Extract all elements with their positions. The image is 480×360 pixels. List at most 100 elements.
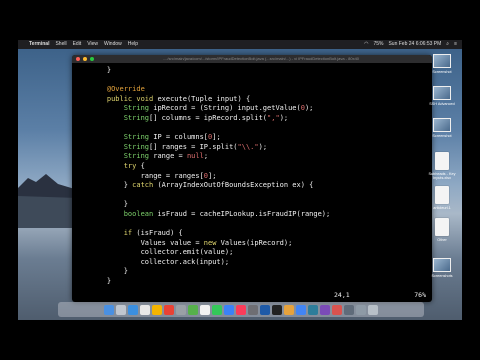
cursor-position: 24,1 — [334, 291, 350, 299]
menu-view[interactable]: View — [87, 40, 98, 49]
code-text: ; — [203, 152, 209, 161]
code-text: ); — [304, 104, 314, 113]
code-text: (ArrayIndexOutOfBoundsException ex) { — [153, 181, 314, 190]
maps-icon[interactable] — [188, 304, 198, 315]
code-text: ); — [279, 113, 289, 122]
desktop: Terminal Shell Edit View Window Help ◠ 7… — [18, 40, 462, 320]
code-keyword: if — [123, 229, 133, 238]
desktop-icon-ssh-advanced[interactable]: SSH Advanced — [424, 86, 460, 106]
messages-icon[interactable] — [212, 304, 222, 315]
chrome-icon[interactable] — [296, 304, 306, 315]
code-text: [] ranges = IP.split( — [149, 142, 238, 151]
code-text: (isFraud) { — [132, 229, 183, 238]
desktop-mountain-wallpaper — [18, 174, 78, 228]
menu-list-icon[interactable]: ≡ — [454, 40, 457, 49]
menu-app-name[interactable]: Terminal — [29, 40, 49, 49]
code-keyword-null: null — [186, 152, 204, 161]
vscode-icon[interactable] — [308, 304, 318, 315]
eclipse-icon[interactable] — [320, 304, 330, 315]
code-string: "\\." — [237, 142, 259, 151]
terminal-titlebar[interactable]: ..../src/main/java/com/.../storm/IPFraud… — [72, 55, 432, 63]
document-file-icon — [435, 218, 449, 236]
code-text: Values(ipRecord); — [216, 238, 293, 247]
app-store-icon[interactable] — [260, 304, 270, 315]
desktop-icon-screenshots[interactable]: Screenshots — [424, 258, 460, 278]
battery-percent[interactable]: 75% — [373, 40, 383, 49]
desktop-icon-articleurl[interactable]: articleurl.1 — [424, 186, 460, 210]
terminal-window[interactable]: ..../src/main/java/com/.../storm/IPFraud… — [72, 55, 432, 302]
facetime-icon[interactable] — [224, 304, 234, 315]
trash-icon[interactable] — [368, 304, 378, 315]
search-icon[interactable]: ⌕ — [446, 40, 449, 49]
image-file-icon — [433, 118, 451, 132]
code-keyword: try — [123, 161, 137, 170]
code-editor[interactable]: } @Override public void execute(Tuple in… — [90, 66, 330, 287]
code-text: ); — [258, 142, 268, 151]
app-icon[interactable] — [332, 304, 342, 315]
code-line-15: } — [90, 200, 128, 209]
code-annotation: @Override — [106, 85, 145, 94]
code-text: range = — [149, 152, 187, 161]
desktop-icon-screenshot-2[interactable]: Screenshot — [424, 118, 460, 138]
code-text: { — [136, 161, 145, 170]
desktop-icon-screenshot[interactable]: Screenshot — [424, 54, 460, 74]
menu-window[interactable]: Window — [104, 40, 122, 49]
finder-icon[interactable] — [104, 304, 114, 315]
minimize-window-button[interactable] — [83, 57, 87, 61]
vim-status-line: 24,1 76% — [334, 291, 426, 299]
notes-icon[interactable] — [152, 304, 162, 315]
code-type: boolean — [123, 209, 154, 218]
close-window-button[interactable] — [76, 57, 80, 61]
photos-icon[interactable] — [200, 304, 210, 315]
image-file-icon — [433, 258, 451, 272]
desktop-icon-label: Screenshot — [432, 134, 452, 138]
settings-icon[interactable] — [248, 304, 258, 315]
desktop-icon-other[interactable]: Other — [424, 218, 460, 242]
code-text: Values value = — [90, 238, 204, 247]
desktop-icon-label: Screenshot — [432, 70, 452, 74]
menu-edit[interactable]: Edit — [73, 40, 82, 49]
code-type: String — [123, 113, 150, 122]
music-icon[interactable] — [236, 304, 246, 315]
code-string: "," — [267, 113, 280, 122]
mail-icon[interactable] — [140, 304, 150, 315]
contacts-icon[interactable] — [176, 304, 186, 315]
desktop-icon-label: SSH Advanced — [429, 102, 455, 106]
folder-icon[interactable] — [344, 304, 354, 315]
dock — [58, 302, 424, 317]
clock[interactable]: Sun Feb 24 6:06:53 PM — [388, 40, 441, 49]
scroll-percent: 76% — [414, 291, 426, 299]
code-line-1: } — [90, 66, 112, 74]
wifi-icon[interactable]: ◠ — [364, 40, 368, 49]
code-text: ipRecord = (String) input.getValue( — [149, 104, 301, 113]
safari-icon[interactable] — [128, 304, 138, 315]
sublime-icon[interactable] — [284, 304, 294, 315]
code-type: String — [123, 104, 150, 113]
downloads-icon[interactable] — [356, 304, 366, 315]
zoom-window-button[interactable] — [90, 57, 94, 61]
menu-shell[interactable]: Shell — [55, 40, 66, 49]
code-keyword: catch — [132, 181, 154, 190]
code-type: String — [123, 152, 150, 161]
code-text: IP = columns[ — [149, 133, 209, 142]
menu-help[interactable]: Help — [128, 40, 138, 49]
desktop-icon-label: Subheads - Key Inputs.xlsx — [428, 172, 456, 180]
terminal-icon[interactable] — [272, 304, 282, 315]
desktop-icon-xlsx[interactable]: Subheads - Key Inputs.xlsx — [424, 152, 460, 180]
code-text: range = ranges[ — [90, 171, 204, 180]
terminal-title: ..../src/main/java/com/.../storm/IPFraud… — [162, 56, 360, 61]
code-keyword: public — [106, 94, 133, 103]
launchpad-icon[interactable] — [116, 304, 126, 315]
calendar-icon[interactable] — [164, 304, 174, 315]
code-text: ]; — [212, 133, 221, 142]
desktop-icon-label: Other — [437, 238, 447, 242]
code-keyword: new — [203, 238, 217, 247]
